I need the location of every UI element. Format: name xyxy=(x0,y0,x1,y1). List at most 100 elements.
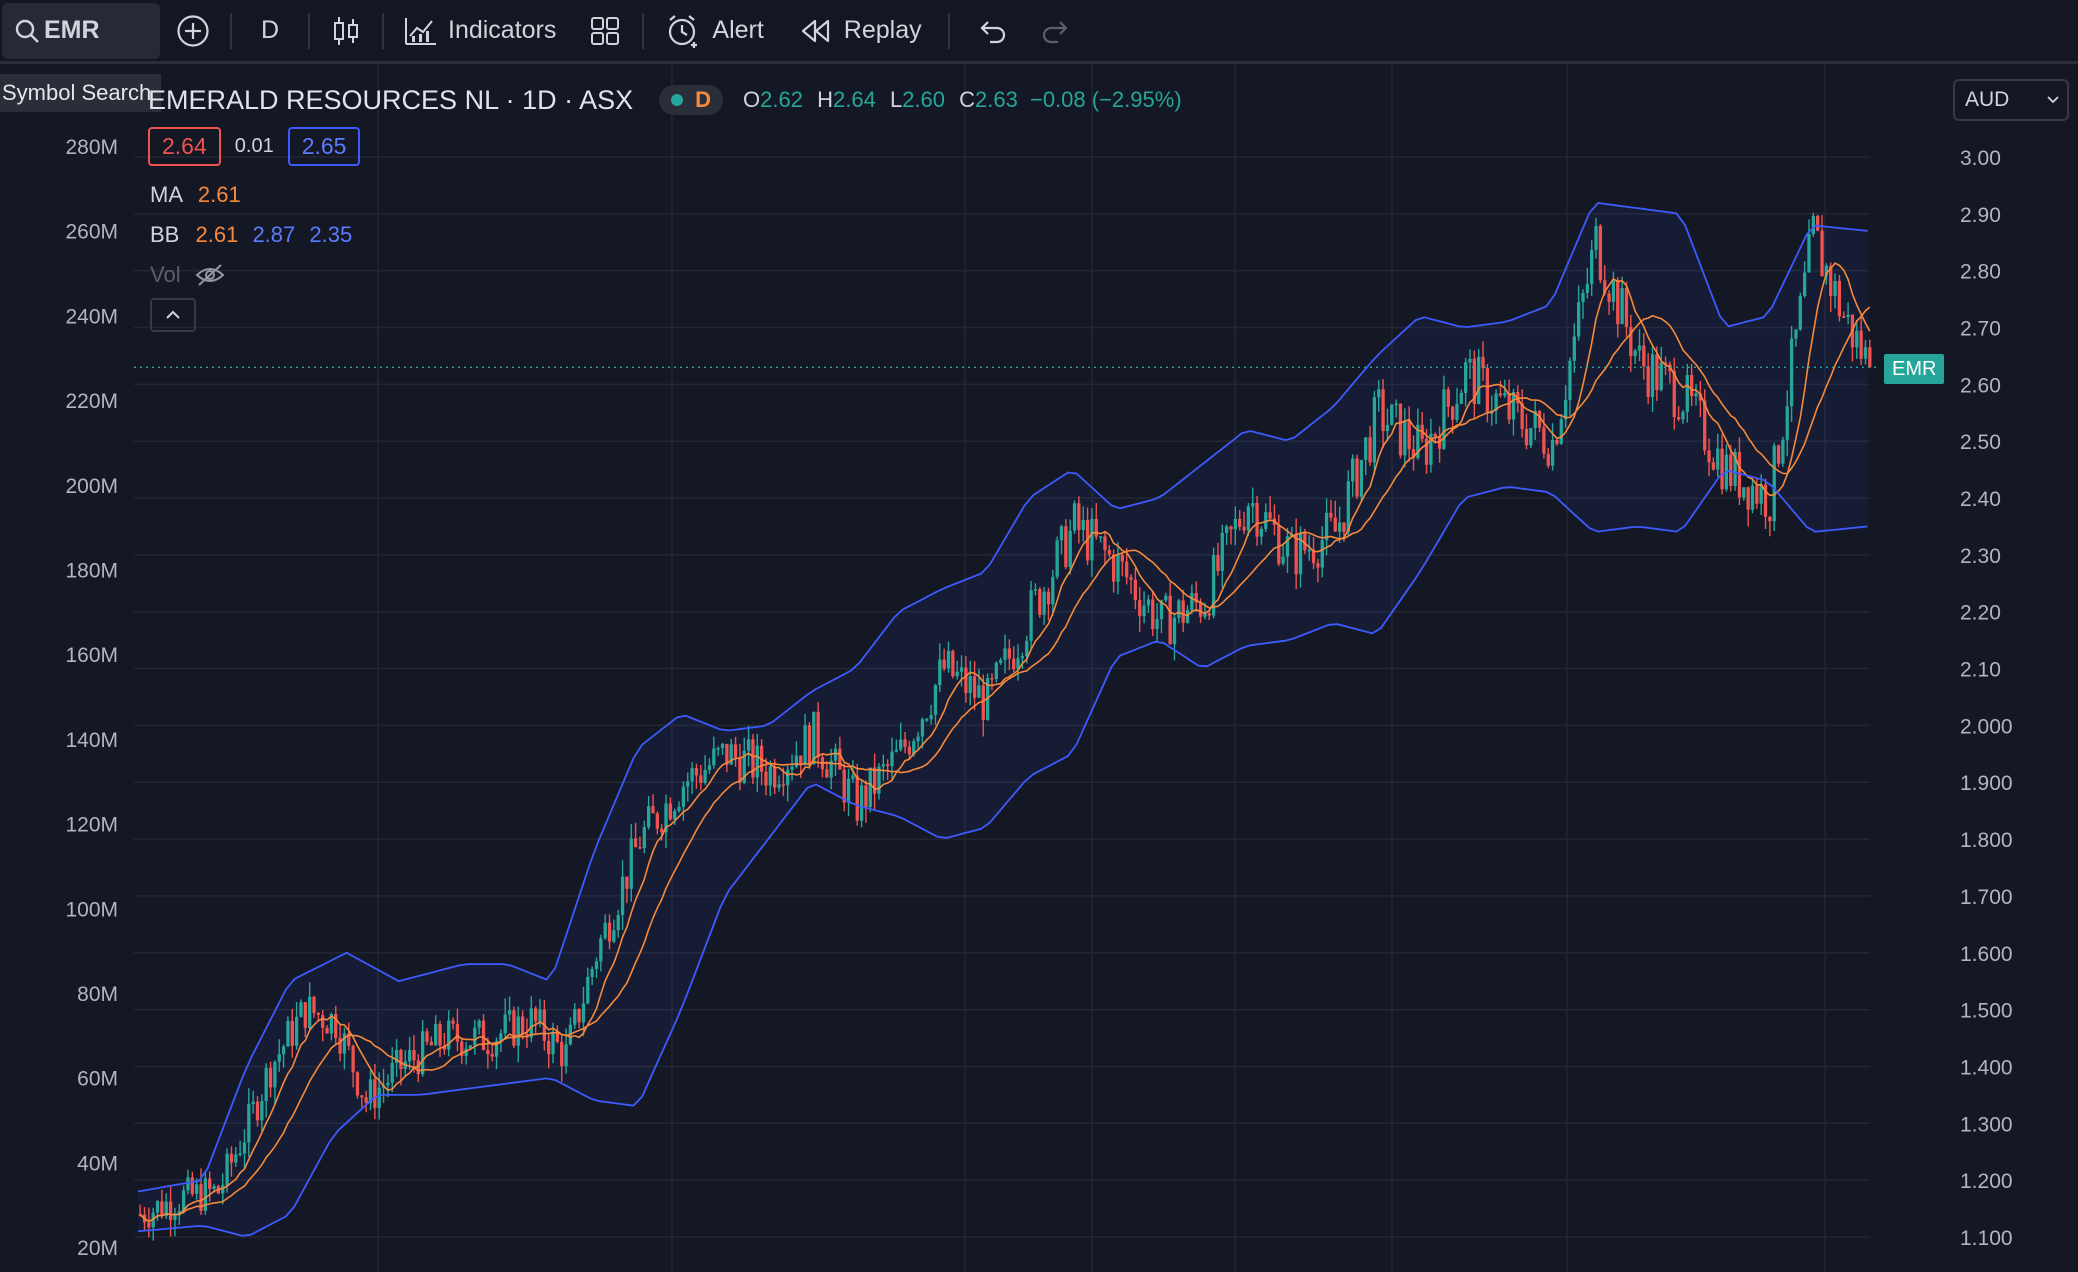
grid-layout-icon xyxy=(591,16,620,45)
candle xyxy=(1064,519,1068,570)
collapse-legend-button[interactable] xyxy=(150,298,196,332)
alert-button[interactable]: Alert xyxy=(666,0,764,63)
volume-tick-label: 60M xyxy=(77,1068,118,1091)
redo-button[interactable] xyxy=(1040,0,1070,63)
candle xyxy=(1798,292,1802,331)
candle xyxy=(1807,219,1811,273)
price-tick-label: 1.900 xyxy=(1960,772,2013,795)
volume-tick-label: 20M xyxy=(77,1237,118,1260)
chevron-down-icon xyxy=(2047,96,2059,104)
alert-label: Alert xyxy=(712,16,764,44)
candles-icon xyxy=(334,16,358,45)
volume-tick-label: 260M xyxy=(65,221,118,244)
compare-button[interactable] xyxy=(176,0,210,63)
price-tick-label: 2.10 xyxy=(1960,659,2001,682)
price-tick-label: 2.60 xyxy=(1960,374,2001,397)
buy-button[interactable]: 2.65 xyxy=(287,127,361,166)
volume-tick-label: 100M xyxy=(65,898,118,921)
candle xyxy=(151,1207,155,1241)
indicators-chart-icon xyxy=(405,17,436,45)
indicators-label: Indicators xyxy=(448,16,557,44)
candle xyxy=(1811,212,1815,237)
chart-type-button[interactable] xyxy=(320,0,372,63)
candle xyxy=(1781,436,1785,467)
divider xyxy=(230,12,232,49)
currency-select[interactable]: AUD xyxy=(1953,79,2069,121)
candle xyxy=(1820,215,1824,277)
symbol-search-tooltip: Symbol Search xyxy=(0,74,162,112)
price-tick-label: 1.100 xyxy=(1960,1227,2013,1250)
price-tick-label: 2.20 xyxy=(1960,602,2001,625)
candle xyxy=(864,780,868,823)
candle xyxy=(1477,348,1481,405)
price-tick-label: 2.50 xyxy=(1960,431,2001,454)
divider xyxy=(642,12,645,49)
volume-tick-label: 240M xyxy=(65,305,118,328)
bollinger-band-fill xyxy=(138,203,1868,1236)
volume-tick-label: 40M xyxy=(77,1152,118,1175)
bb-legend[interactable]: BB 2.61 2.87 2.35 xyxy=(150,222,352,248)
indicators-button[interactable]: Indicators xyxy=(404,0,556,63)
layouts-button[interactable] xyxy=(590,0,620,63)
candle xyxy=(1742,487,1746,501)
volume-tick-label: 180M xyxy=(65,560,118,583)
market-badge-letter: D xyxy=(695,87,712,112)
candle xyxy=(1055,536,1059,580)
candle xyxy=(1029,580,1033,650)
plus-circle-icon xyxy=(177,14,209,47)
undo-button[interactable] xyxy=(978,0,1008,63)
price-tick-label: 1.600 xyxy=(1960,943,2013,966)
candle xyxy=(286,1016,290,1047)
interval-button[interactable]: D xyxy=(242,0,298,63)
divider xyxy=(947,12,950,49)
replay-button[interactable]: Replay xyxy=(800,0,922,63)
candle xyxy=(1837,275,1842,322)
candle xyxy=(1372,390,1377,475)
divider xyxy=(308,12,310,49)
redo-icon xyxy=(1042,20,1068,43)
spread-value: 0.01 xyxy=(234,135,274,157)
price-tick-label: 2.70 xyxy=(1960,318,2001,341)
symbol-title[interactable]: EMERALD RESOURCES NL · 1D · ASX xyxy=(148,85,633,116)
volume-tick-label: 220M xyxy=(65,390,118,413)
candle xyxy=(1750,479,1755,514)
chevron-up-icon xyxy=(166,310,180,319)
candle xyxy=(1038,587,1042,618)
candle xyxy=(190,1171,194,1197)
candle xyxy=(812,711,816,765)
candle xyxy=(1529,427,1533,449)
volume-tick-label: 200M xyxy=(65,475,118,498)
volume-tick-label: 280M xyxy=(65,136,118,159)
price-tick-label: 2.80 xyxy=(1960,261,2001,284)
candle xyxy=(1763,478,1768,530)
volume-tick-label: 140M xyxy=(65,729,118,752)
trade-buttons: 2.64 0.01 2.65 xyxy=(148,127,361,166)
volume-tick-label: 80M xyxy=(77,983,118,1006)
candle xyxy=(751,734,755,785)
eye-hidden-icon[interactable] xyxy=(195,263,225,287)
candle xyxy=(1746,486,1750,527)
price-tick-label: 1.800 xyxy=(1960,829,2013,852)
price-tag: EMR xyxy=(1884,354,1945,384)
symbol-search-button[interactable]: EMR xyxy=(2,2,160,59)
alarm-clock-icon xyxy=(669,14,698,48)
top-toolbar: EMR D Indicators Alert Replay xyxy=(0,0,2078,64)
candle xyxy=(1768,515,1772,537)
candle xyxy=(868,767,872,813)
price-tick-label: 1.300 xyxy=(1960,1113,2013,1136)
ohlc-values: O2.62 H2.64 L2.60 C2.63 −0.08 (−2.95%) xyxy=(743,87,1182,112)
volume-tick-label: 160M xyxy=(65,644,118,667)
price-axis[interactable]: 3.00 2.90 2.80 2.70 2.60 2.50 2.40 2.30 2.20 2.10… xyxy=(1960,147,2013,1250)
candle xyxy=(1868,339,1872,368)
candle xyxy=(1072,500,1077,534)
sell-button[interactable]: 2.64 xyxy=(148,127,221,166)
market-status-badge[interactable]: D xyxy=(659,85,724,115)
vol-legend[interactable]: Vol xyxy=(150,262,225,288)
ma-legend[interactable]: MA 2.61 xyxy=(150,182,241,208)
rewind-icon xyxy=(801,19,829,42)
replay-label: Replay xyxy=(843,16,922,44)
search-icon xyxy=(15,19,39,43)
candle xyxy=(1390,404,1394,426)
candle xyxy=(1172,612,1177,661)
symbol-text: EMR xyxy=(44,16,100,44)
